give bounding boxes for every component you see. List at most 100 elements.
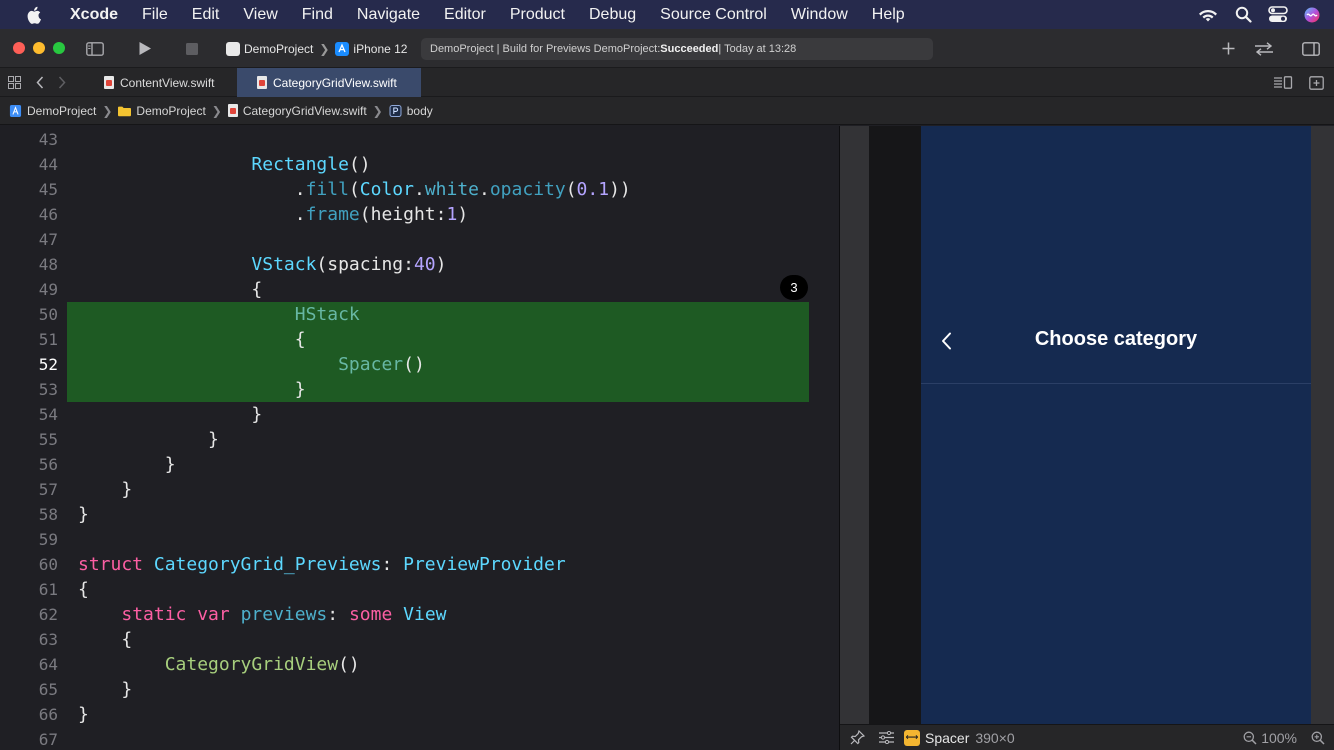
- code-line[interactable]: 63 {: [0, 627, 839, 652]
- inspector-toggle-icon[interactable]: [1302, 29, 1320, 68]
- variants-icon[interactable]: [879, 731, 894, 744]
- code-line[interactable]: 54 }: [0, 402, 839, 427]
- tab-categorygridview[interactable]: CategoryGridView.swift: [237, 68, 421, 97]
- code-token: previews: [240, 604, 328, 625]
- change-count-badge[interactable]: 3: [780, 275, 808, 300]
- selected-element-size: 390×0: [975, 729, 1015, 746]
- menu-app-name[interactable]: Xcode: [70, 6, 130, 24]
- breadcrumb-project[interactable]: DemoProject: [27, 104, 96, 118]
- line-number: 67: [38, 730, 58, 749]
- code-token: opacity: [489, 179, 566, 200]
- line-number: 57: [38, 480, 58, 499]
- preview-canvas[interactable]: Choose category: [840, 126, 1334, 724]
- device-frame: Choose category: [869, 126, 1311, 724]
- code-token: fill: [305, 179, 349, 200]
- menu-product[interactable]: Product: [498, 6, 577, 24]
- line-number: 61: [38, 580, 58, 599]
- menu-navigate[interactable]: Navigate: [345, 6, 432, 24]
- scheme-selector[interactable]: DemoProject ❯ iPhone 12: [226, 39, 407, 59]
- add-editor-icon[interactable]: [1309, 68, 1324, 97]
- code-token: var: [197, 604, 241, 625]
- code-line[interactable]: 46 .frame(height:1): [0, 202, 839, 227]
- code-line[interactable]: 60 struct CategoryGrid_Previews: PreviewP…: [0, 552, 839, 577]
- code-line[interactable]: 48 VStack(spacing:40): [0, 252, 839, 277]
- run-icon[interactable]: [138, 29, 152, 68]
- code-line[interactable]: 51 {: [0, 327, 839, 352]
- code-line[interactable]: 45 .fill(Color.white.opacity(0.1)): [0, 177, 839, 202]
- code-token: :: [327, 604, 349, 625]
- activity-viewer[interactable]: DemoProject | Build for Previews DemoPro…: [421, 38, 933, 60]
- code-text: {: [78, 579, 89, 600]
- code-line[interactable]: 56 }: [0, 452, 839, 477]
- forward-icon[interactable]: [58, 68, 66, 97]
- line-number: 46: [38, 205, 58, 224]
- code-line[interactable]: 66}: [0, 702, 839, 727]
- code-line[interactable]: 57 }: [0, 477, 839, 502]
- code-line[interactable]: 59: [0, 527, 839, 552]
- code-line[interactable]: 58}: [0, 502, 839, 527]
- code-token: Spacer: [338, 354, 404, 375]
- code-token: {: [78, 279, 263, 300]
- navigator-toggle-icon[interactable]: [86, 29, 104, 68]
- wifi-icon[interactable]: [1197, 7, 1219, 23]
- menu-editor[interactable]: Editor: [432, 6, 498, 24]
- nav-separator: [921, 383, 1311, 384]
- code-line[interactable]: 52 Spacer(): [0, 352, 839, 377]
- code-token: some: [348, 604, 404, 625]
- breadcrumb-group[interactable]: DemoProject: [136, 104, 205, 118]
- breadcrumb-file[interactable]: CategoryGridView.swift: [243, 104, 367, 118]
- code-line[interactable]: 61 {: [0, 577, 839, 602]
- minimize-window-button[interactable]: [33, 42, 45, 54]
- spotlight-search-icon[interactable]: [1235, 6, 1252, 23]
- source-editor[interactable]: 43 44 Rectangle() 45 .fill(Color.white.opa…: [0, 126, 839, 750]
- code-line[interactable]: 67: [0, 727, 839, 750]
- zoom-in-icon[interactable]: [1311, 731, 1325, 745]
- stop-icon[interactable]: [186, 29, 198, 68]
- menu-file[interactable]: File: [130, 6, 180, 24]
- code-line[interactable]: 65 }: [0, 677, 839, 702]
- menu-find[interactable]: Find: [290, 6, 345, 24]
- menu-edit[interactable]: Edit: [180, 6, 232, 24]
- code-token: (: [565, 179, 577, 200]
- code-token: .: [78, 204, 306, 225]
- code-token: 0.1: [576, 179, 610, 200]
- code-text: HStack: [78, 304, 360, 325]
- swift-file-icon: [257, 76, 267, 89]
- code-line[interactable]: 49 {: [0, 277, 839, 302]
- tab-contentview[interactable]: ContentView.swift: [84, 68, 236, 97]
- zoom-control[interactable]: 100%: [1243, 730, 1297, 746]
- code-token: white: [424, 179, 479, 200]
- code-token: VStack: [251, 254, 317, 275]
- code-line[interactable]: 50 HStack: [0, 302, 839, 327]
- related-items-icon[interactable]: [8, 68, 21, 97]
- add-library-icon[interactable]: [1222, 29, 1235, 68]
- code-line[interactable]: 44 Rectangle(): [0, 152, 839, 177]
- activity-text: DemoProject | Build for Previews DemoPro…: [430, 43, 661, 55]
- menu-debug[interactable]: Debug: [577, 6, 648, 24]
- code-line[interactable]: 55 }: [0, 427, 839, 452]
- zoom-window-button[interactable]: [53, 42, 65, 54]
- menu-help[interactable]: Help: [860, 6, 917, 24]
- code-token: {: [78, 329, 306, 350]
- siri-icon[interactable]: [1304, 7, 1320, 23]
- code-line[interactable]: 62 static var previews: some View: [0, 602, 839, 627]
- editor-options-icon[interactable]: [1273, 68, 1293, 97]
- code-token: CategoryGridView: [164, 654, 339, 675]
- close-window-button[interactable]: [13, 42, 25, 54]
- pin-icon[interactable]: [850, 730, 865, 745]
- code-review-icon[interactable]: [1254, 29, 1274, 68]
- menu-view[interactable]: View: [231, 6, 289, 24]
- breadcrumb-symbol[interactable]: body: [407, 104, 433, 118]
- code-line[interactable]: 64 CategoryGridView(): [0, 652, 839, 677]
- menu-window[interactable]: Window: [779, 6, 860, 24]
- selected-element-name: Spacer: [925, 729, 970, 746]
- back-icon[interactable]: [36, 68, 44, 97]
- device-icon: [335, 42, 350, 56]
- code-line[interactable]: 47: [0, 227, 839, 252]
- code-line[interactable]: 53 }: [0, 377, 839, 402]
- menu-source-control[interactable]: Source Control: [648, 6, 779, 24]
- code-line[interactable]: 43: [0, 127, 839, 152]
- apple-menu-icon[interactable]: [0, 6, 70, 24]
- line-number: 48: [38, 255, 58, 274]
- control-center-icon[interactable]: [1268, 6, 1288, 23]
